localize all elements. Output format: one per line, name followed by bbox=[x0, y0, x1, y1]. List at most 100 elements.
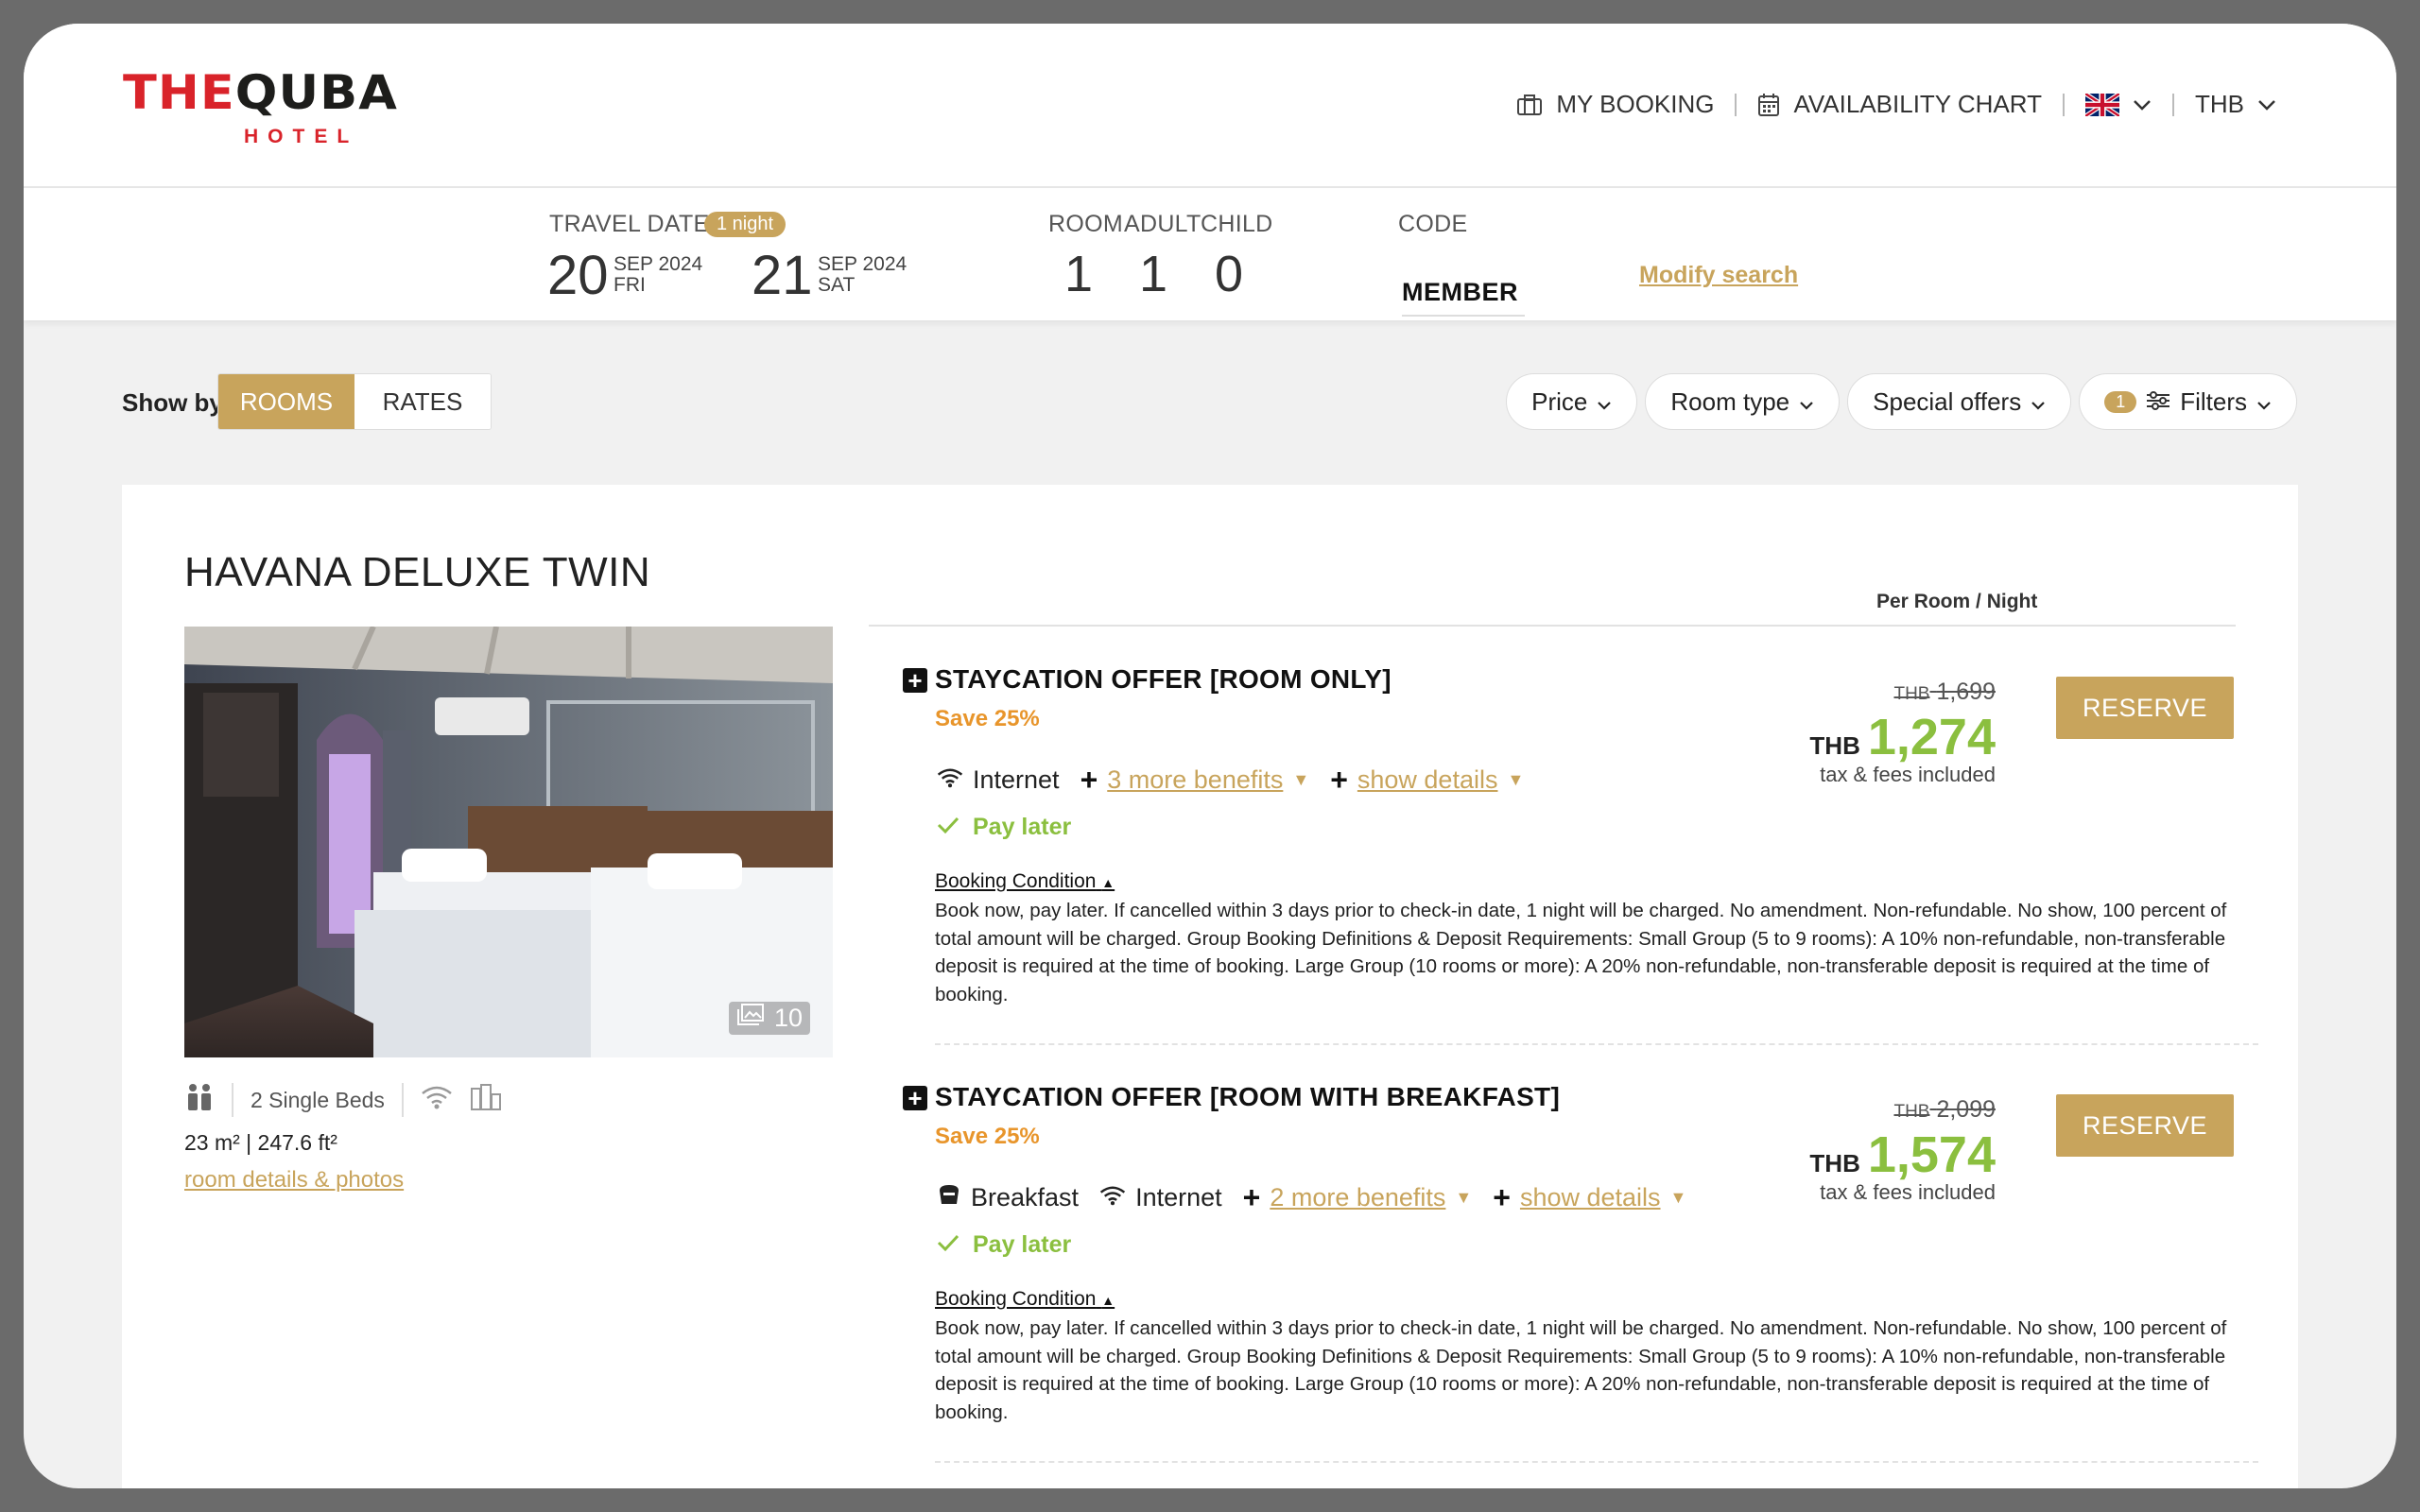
checkin-month: SEP 2024 FRI bbox=[614, 253, 703, 297]
more-benefits-label: 3 more benefits bbox=[1107, 765, 1284, 794]
travel-date-label: TRAVEL DATE bbox=[549, 211, 710, 237]
check-icon bbox=[937, 814, 959, 841]
price-filter-label: Price bbox=[1531, 387, 1588, 416]
checkout-day: 21 bbox=[752, 245, 813, 306]
more-benefits-label: 2 more benefits bbox=[1270, 1183, 1446, 1211]
adult-label: ADULT bbox=[1124, 211, 1201, 237]
benefit-internet: Internet bbox=[937, 765, 1060, 795]
availability-chart-label: AVAILABILITY CHART bbox=[1793, 90, 2042, 118]
show-details-toggle[interactable]: + show details ▼ bbox=[1493, 1180, 1686, 1215]
amenity-divider bbox=[401, 1083, 404, 1117]
benefit-internet-label: Internet bbox=[1135, 1183, 1222, 1211]
price-currency: THB bbox=[1809, 731, 1860, 760]
plus-icon: + bbox=[1242, 1180, 1261, 1214]
currency-label: THB bbox=[2195, 90, 2244, 118]
chevron-down-icon bbox=[1799, 387, 1814, 417]
rate-benefits: Breakfast Internet + 2 more benefits ▼ +… bbox=[937, 1180, 1686, 1215]
room-type-filter[interactable]: Room type bbox=[1645, 373, 1841, 430]
tax-note: tax & fees included bbox=[1820, 763, 1996, 786]
benefit-internet-label: Internet bbox=[973, 765, 1060, 794]
show-details-label: show details bbox=[1519, 1183, 1661, 1211]
room-card: HAVANA DELUXE TWIN 10 2 Single Beds 23 m… bbox=[122, 485, 2298, 1488]
plus-icon: + bbox=[1493, 1180, 1511, 1214]
reserve-button[interactable]: RESERVE bbox=[2056, 677, 2234, 739]
chevron-down-icon bbox=[1597, 387, 1612, 417]
availability-chart-link[interactable]: AVAILABILITY CHART bbox=[1737, 90, 2063, 119]
per-room-night-label: Per Room / Night bbox=[1876, 591, 2038, 612]
gallery-icon bbox=[736, 1004, 765, 1033]
filters-button[interactable]: 1 Filters bbox=[2079, 373, 2297, 430]
show-by-toggle: ROOMS RATES bbox=[217, 373, 492, 430]
discounted-price: THB 1,274 bbox=[1809, 712, 1996, 763]
more-benefits-toggle[interactable]: + 3 more benefits ▼ bbox=[1080, 763, 1310, 798]
room-photo[interactable]: 10 bbox=[184, 627, 833, 1057]
plus-icon: + bbox=[1080, 763, 1098, 797]
rate-title: STAYCATION OFFER [ROOM ONLY] bbox=[935, 664, 1392, 694]
discounted-price: THB 1,574 bbox=[1809, 1129, 1996, 1180]
chevron-down-icon bbox=[2133, 99, 2152, 111]
breakfast-icon bbox=[937, 1183, 961, 1212]
language-selector[interactable] bbox=[2065, 93, 2172, 116]
chevron-down-icon bbox=[2256, 387, 2272, 417]
price-filter[interactable]: Price bbox=[1506, 373, 1638, 430]
wifi-icon bbox=[937, 765, 963, 795]
nights-badge: 1 night bbox=[704, 212, 786, 237]
original-price: THB 2,099 bbox=[1893, 1096, 1996, 1123]
tax-note: tax & fees included bbox=[1820, 1180, 1996, 1204]
code-label: CODE bbox=[1398, 211, 1468, 237]
chevron-down-icon bbox=[2257, 99, 2276, 111]
benefit-internet: Internet bbox=[1099, 1183, 1222, 1212]
caret-down-icon: ▼ bbox=[1455, 1188, 1473, 1207]
sliders-icon bbox=[2146, 387, 2170, 417]
check-icon bbox=[937, 1231, 959, 1259]
hotel-logo[interactable]: THEQUBA HOTEL bbox=[123, 69, 501, 173]
rates-divider bbox=[869, 625, 2236, 627]
photo-count-label: 10 bbox=[773, 1004, 803, 1032]
expand-rate-icon[interactable]: + bbox=[903, 668, 927, 693]
expand-rate-icon[interactable]: + bbox=[903, 1086, 927, 1110]
wifi-icon bbox=[1099, 1183, 1126, 1212]
browser-screen: THEQUBA HOTEL MY BOOKING AVAILABILITY CH… bbox=[24, 24, 2396, 1488]
my-booking-link[interactable]: MY BOOKING bbox=[1495, 90, 1735, 119]
plus-icon: + bbox=[1330, 763, 1348, 797]
modify-search-link[interactable]: Modify search bbox=[1639, 262, 1798, 289]
caret-down-icon: ▼ bbox=[1507, 770, 1525, 789]
site-header: THEQUBA HOTEL MY BOOKING AVAILABILITY CH… bbox=[24, 24, 2396, 188]
chevron-down-icon bbox=[2031, 387, 2046, 417]
caret-down-icon: ▼ bbox=[1669, 1188, 1687, 1207]
briefcase-icon bbox=[1516, 94, 1543, 116]
promo-code-value: MEMBER bbox=[1402, 278, 1525, 317]
more-benefits-toggle[interactable]: + 2 more benefits ▼ bbox=[1243, 1180, 1473, 1215]
child-count: 0 bbox=[1215, 246, 1244, 302]
show-by-rates-button[interactable]: RATES bbox=[354, 374, 491, 429]
room-label: ROOM bbox=[1048, 211, 1123, 237]
booking-condition-text: Book now, pay later. If cancelled within… bbox=[935, 900, 2227, 1005]
pay-later: Pay later bbox=[937, 1231, 1071, 1259]
child-label: CHILD bbox=[1201, 211, 1273, 237]
rate-separator bbox=[935, 1461, 2258, 1463]
show-details-toggle[interactable]: + show details ▼ bbox=[1330, 763, 1524, 798]
special-offers-filter[interactable]: Special offers bbox=[1847, 373, 2072, 430]
checkout-month: SEP 2024 SAT bbox=[818, 253, 908, 297]
logo-wordmark: THEQUBA bbox=[123, 65, 398, 120]
uk-flag-icon bbox=[2085, 93, 2119, 116]
price-currency: THB bbox=[1809, 1149, 1860, 1177]
reserve-button[interactable]: RESERVE bbox=[2056, 1094, 2234, 1157]
show-by-rooms-button[interactable]: ROOMS bbox=[218, 374, 354, 429]
bed-info: 2 Single Beds bbox=[251, 1087, 385, 1112]
benefit-breakfast-label: Breakfast bbox=[971, 1183, 1080, 1211]
photo-count[interactable]: 10 bbox=[728, 1002, 810, 1035]
filter-bar: Price Room type Special offers 1 Filters bbox=[1506, 373, 2297, 430]
pay-later-label: Pay later bbox=[973, 1231, 1072, 1258]
booking-condition-toggle[interactable]: Booking Condition ▲ bbox=[935, 1288, 1115, 1311]
room-size: 23 m² | 247.6 ft² bbox=[184, 1130, 337, 1155]
wifi-icon bbox=[421, 1085, 453, 1115]
my-booking-label: MY BOOKING bbox=[1556, 90, 1715, 118]
room-details-link[interactable]: room details & photos bbox=[184, 1167, 404, 1194]
checkin-day: 20 bbox=[547, 245, 609, 306]
booking-condition-toggle[interactable]: Booking Condition ▲ bbox=[935, 870, 1115, 893]
price-amount: 1,274 bbox=[1867, 709, 1996, 765]
room-count: 1 bbox=[1064, 246, 1094, 302]
rate-title: STAYCATION OFFER [ROOM WITH BREAKFAST] bbox=[935, 1082, 1561, 1111]
currency-selector[interactable]: THB bbox=[2174, 90, 2297, 119]
